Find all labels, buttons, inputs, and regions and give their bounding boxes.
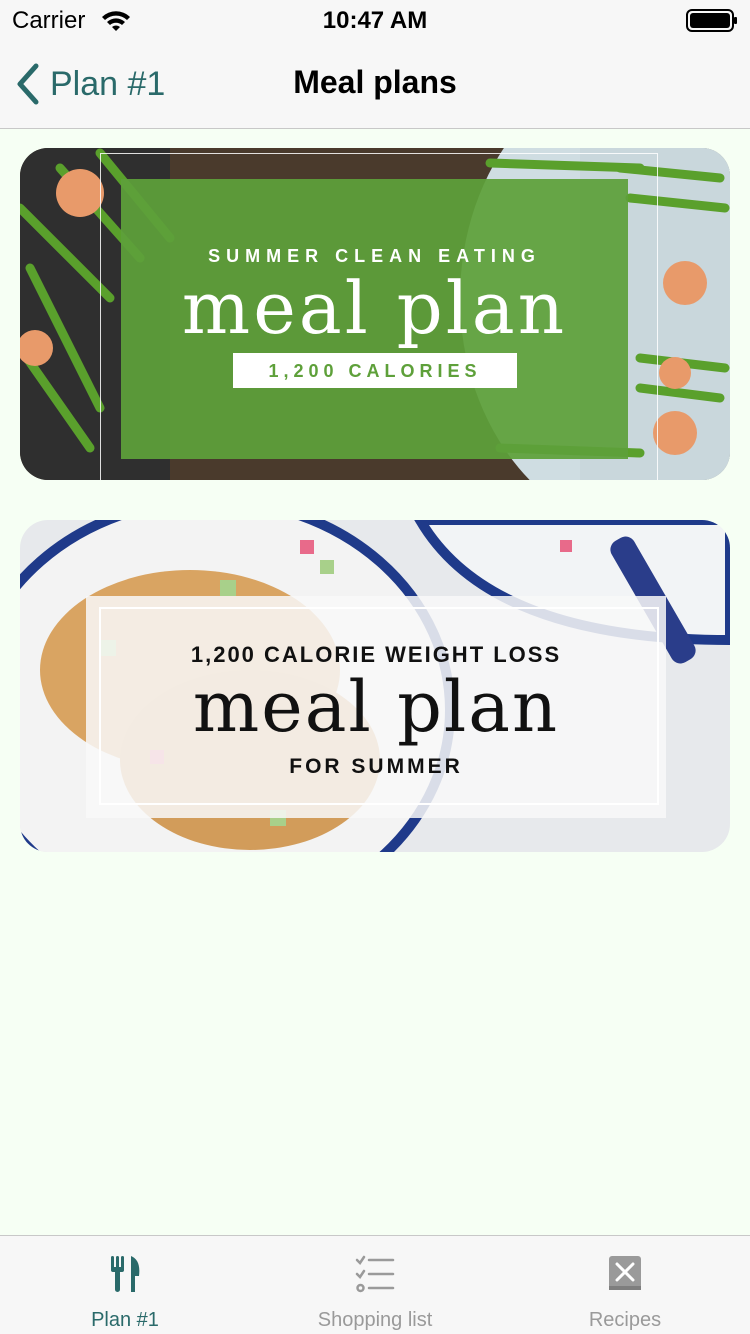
card-subtitle: SUMMER CLEAN EATING xyxy=(208,246,541,266)
status-time: 10:47 AM xyxy=(322,7,428,34)
meal-plan-card-summer-clean-eating[interactable]: SUMMER CLEAN EATING meal plan 1,200 CALO… xyxy=(20,148,730,480)
tab-shopping-list[interactable]: Shopping list xyxy=(250,1236,500,1334)
card-title: meal plan xyxy=(192,666,560,748)
tab-plan[interactable]: Plan #1 xyxy=(0,1236,250,1334)
fork-knife-icon xyxy=(111,1256,140,1292)
navigation-bar: Plan #1 Meal plans xyxy=(0,40,750,129)
meal-plan-card-weight-loss[interactable]: 1,200 CALORIE WEIGHT LOSS meal plan FOR … xyxy=(20,520,730,852)
checklist-icon xyxy=(355,1255,395,1293)
card-title: meal plan xyxy=(181,266,568,350)
card-subtitle: 1,200 CALORIE WEIGHT LOSS xyxy=(190,642,562,667)
battery-icon xyxy=(686,9,737,32)
tab-label: Plan #1 xyxy=(91,1309,159,1331)
calorie-badge-label: 1,200 CALORIES xyxy=(268,361,482,381)
tab-label: Shopping list xyxy=(317,1309,433,1331)
page-title: Meal plans xyxy=(293,64,457,100)
recipe-book-icon xyxy=(609,1256,641,1290)
status-bar: Carrier 10:47 AM xyxy=(0,0,750,40)
tab-recipes[interactable]: Recipes xyxy=(500,1236,750,1334)
tab-label: Recipes xyxy=(588,1309,662,1331)
tab-bar: Plan #1 Shopping list Recipes xyxy=(0,1235,750,1334)
card-tagline: FOR SUMMER xyxy=(289,755,463,778)
screen: Carrier 10:47 AM Plan #1 Meal plans SUMM… xyxy=(0,0,750,1334)
